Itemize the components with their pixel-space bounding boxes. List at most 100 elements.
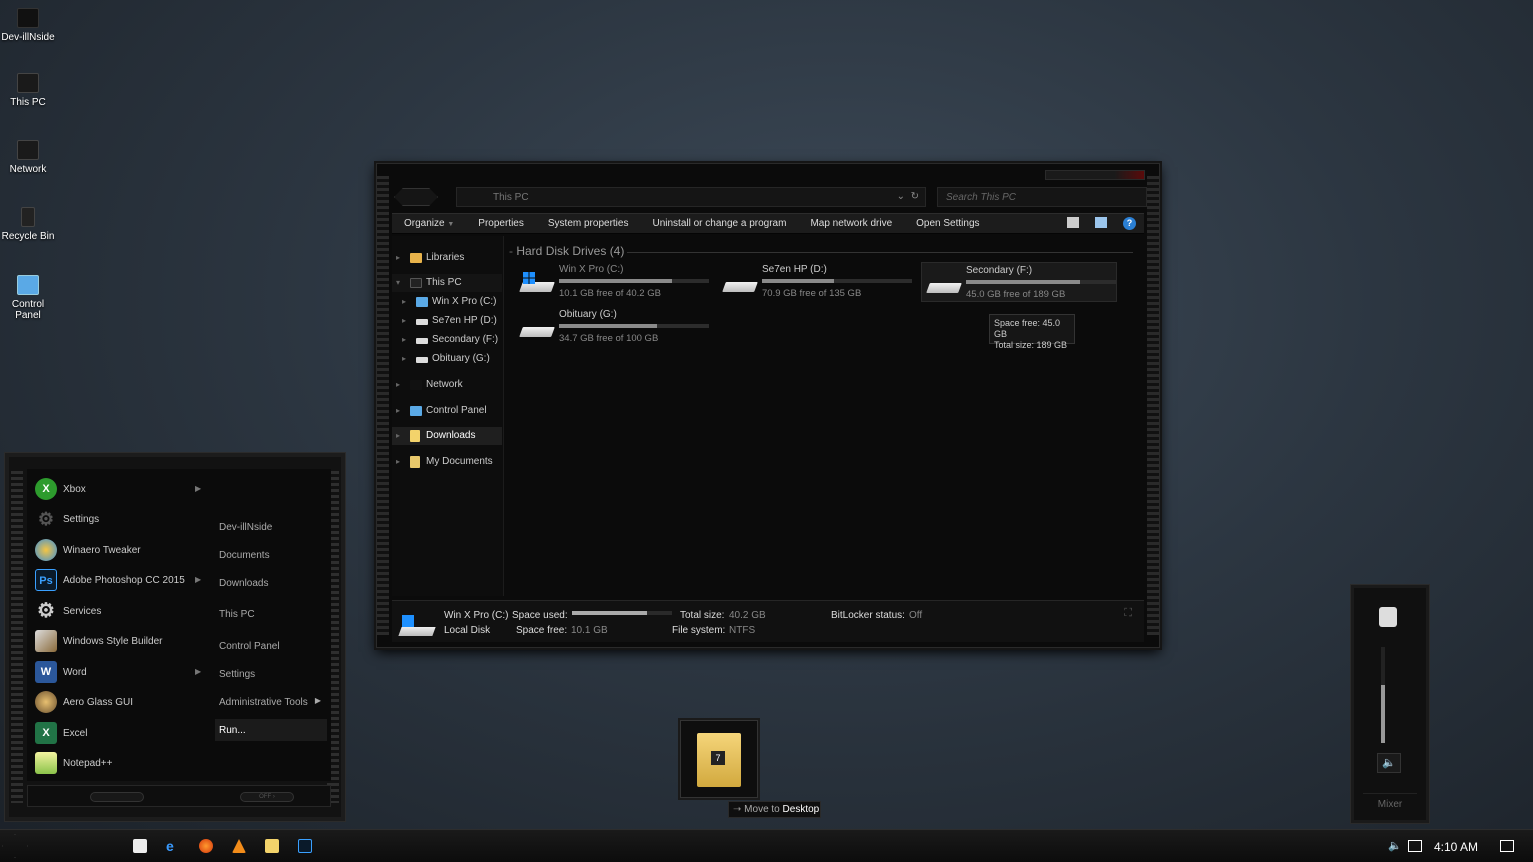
nav-item-control-panel[interactable]: ▸ Control Panel bbox=[392, 402, 502, 420]
app-aero-glass-gui[interactable]: Aero Glass GUI bbox=[31, 688, 201, 716]
nav-item-libraries[interactable]: ▸ Libraries bbox=[392, 249, 502, 267]
expand-icon[interactable]: ⛶ bbox=[1124, 607, 1132, 620]
photoshop-icon[interactable] bbox=[298, 839, 312, 853]
preview-pane-icon[interactable] bbox=[1095, 217, 1107, 228]
place-dev-illnside[interactable]: Dev-illNside bbox=[215, 516, 327, 538]
expand-icon[interactable]: ▸ bbox=[396, 376, 400, 394]
desktop-icon-dev-illnside[interactable]: Dev-illNside bbox=[0, 8, 56, 43]
mute-button[interactable]: 🔈 bbox=[1377, 753, 1401, 773]
properties-button[interactable]: Properties bbox=[478, 218, 524, 229]
edge-icon[interactable]: e bbox=[166, 839, 180, 853]
system-properties-button[interactable]: System properties bbox=[548, 218, 629, 229]
power-button[interactable]: OFF › bbox=[240, 792, 294, 802]
group-divider bbox=[627, 252, 1133, 253]
map-network-drive-button[interactable]: Map network drive bbox=[810, 218, 892, 229]
start-button[interactable] bbox=[2, 834, 28, 858]
nav-item-my-documents[interactable]: ▸ My Documents bbox=[392, 453, 502, 471]
explorer-window[interactable]: This PC ↻ ⌄ Search This PC Organize ▼ Pr… bbox=[376, 163, 1160, 648]
nav-item-drive-g[interactable]: ▸ Obituary (G:) bbox=[392, 350, 502, 368]
speaker-icon[interactable]: 🔈 bbox=[1388, 839, 1402, 852]
place-documents[interactable]: Documents bbox=[215, 544, 327, 566]
nav-item-this-pc[interactable]: ▾ This PC bbox=[392, 274, 502, 292]
uninstall-button[interactable]: Uninstall or change a program bbox=[652, 218, 786, 229]
all-programs-button[interactable] bbox=[90, 792, 144, 802]
place-run[interactable]: Run... bbox=[215, 719, 327, 741]
group-header[interactable]: - Hard Disk Drives (4) bbox=[509, 244, 624, 258]
app-xbox[interactable]: X Xbox ▶ bbox=[31, 475, 201, 503]
search-input[interactable]: Search This PC bbox=[937, 187, 1147, 207]
desktop-icon-recycle-bin[interactable]: Recycle Bin bbox=[0, 207, 56, 242]
drive-tile-d[interactable]: Se7en HP (D:) 70.9 GB free of 135 GB bbox=[718, 262, 914, 302]
nav-item-drive-c[interactable]: ▸ Win X Pro (C:) bbox=[392, 293, 502, 311]
desktop-icon-network[interactable]: Network bbox=[0, 140, 56, 175]
chevron-down-icon[interactable]: ⌄ bbox=[897, 191, 905, 202]
windows-drive-icon bbox=[416, 297, 428, 307]
space-used-label: Space used: bbox=[512, 610, 568, 621]
desktop-icon-control-panel[interactable]: Control Panel bbox=[0, 275, 56, 321]
nav-item-network[interactable]: ▸ Network bbox=[392, 376, 502, 394]
expand-icon[interactable]: ▸ bbox=[396, 402, 400, 420]
open-settings-button[interactable]: Open Settings bbox=[916, 218, 979, 229]
move-arrow-icon: ➝ bbox=[733, 804, 742, 815]
expand-icon[interactable]: ▸ bbox=[402, 293, 406, 311]
speaker-device-icon[interactable] bbox=[1379, 607, 1397, 627]
app-photoshop[interactable]: Ps Adobe Photoshop CC 2015 ▶ bbox=[31, 566, 201, 594]
drive-icon bbox=[416, 357, 428, 363]
drive-usage-bar bbox=[966, 280, 1116, 284]
app-word[interactable]: W Word ▶ bbox=[31, 658, 201, 686]
expand-icon[interactable]: ▸ bbox=[402, 312, 406, 330]
view-options-icon[interactable] bbox=[1067, 217, 1079, 228]
firefox-icon[interactable] bbox=[199, 839, 213, 853]
nav-item-drive-f[interactable]: ▸ Secondary (F:) bbox=[392, 331, 502, 349]
app-services[interactable]: ⚙ Services bbox=[31, 597, 201, 625]
app-settings[interactable]: ⚙ Settings bbox=[31, 505, 201, 533]
expand-icon[interactable]: ▸ bbox=[396, 249, 400, 267]
volume-slider[interactable] bbox=[1381, 647, 1385, 743]
nav-item-drive-d[interactable]: ▸ Se7en HP (D:) bbox=[392, 312, 502, 330]
drive-tile-g[interactable]: Obituary (G:) 34.7 GB free of 100 GB bbox=[515, 307, 711, 347]
place-administrative-tools[interactable]: Administrative Tools ▶ bbox=[215, 691, 327, 713]
help-icon[interactable]: ? bbox=[1123, 217, 1136, 230]
drive-tile-f[interactable]: Secondary (F:) 45.0 GB free of 189 GB bbox=[921, 262, 1117, 302]
address-bar[interactable]: This PC ↻ ⌄ bbox=[456, 187, 926, 207]
app-excel[interactable]: X Excel bbox=[31, 719, 201, 747]
network-icon[interactable] bbox=[1408, 840, 1422, 852]
drive-free-text: 34.7 GB free of 100 GB bbox=[559, 333, 659, 344]
back-forward-button[interactable] bbox=[394, 188, 438, 206]
place-settings[interactable]: Settings bbox=[215, 663, 327, 685]
taskbar-clock[interactable]: 4:10 AM bbox=[1434, 840, 1478, 854]
expand-icon[interactable]: ▸ bbox=[396, 453, 400, 471]
desktop-icon-label: This PC bbox=[10, 97, 46, 108]
store-icon[interactable] bbox=[133, 839, 147, 853]
nav-item-downloads[interactable]: ▸ Downloads bbox=[392, 427, 502, 445]
file-explorer-icon[interactable] bbox=[265, 839, 279, 853]
file-system-value: NTFS bbox=[729, 625, 756, 636]
action-center-icon[interactable] bbox=[1500, 840, 1514, 852]
desktop-icon-this-pc[interactable]: This PC bbox=[0, 73, 56, 108]
space-used-bar bbox=[572, 611, 672, 615]
app-winaero-tweaker[interactable]: Winaero Tweaker bbox=[31, 536, 201, 564]
control-panel-icon bbox=[410, 406, 422, 416]
drive-usage-bar bbox=[559, 324, 709, 328]
drive-name: Se7en HP (D:) bbox=[762, 264, 827, 275]
address-text: This PC bbox=[493, 192, 529, 203]
expand-icon[interactable]: ▸ bbox=[402, 350, 406, 368]
drive-free-text: 70.9 GB free of 135 GB bbox=[762, 288, 862, 299]
caption-buttons[interactable] bbox=[1045, 170, 1145, 180]
organize-button[interactable]: Organize ▼ bbox=[404, 218, 454, 229]
app-windows-style-builder[interactable]: Windows Style Builder bbox=[31, 627, 201, 655]
details-drive-type: Local Disk bbox=[444, 625, 491, 636]
expand-icon[interactable]: ▸ bbox=[402, 331, 406, 349]
place-this-pc[interactable]: This PC bbox=[215, 603, 327, 625]
place-downloads[interactable]: Downloads bbox=[215, 572, 327, 594]
refresh-icon[interactable]: ↻ bbox=[911, 191, 919, 202]
app-notepad-plus-plus[interactable]: Notepad++ bbox=[31, 749, 201, 777]
vlc-icon[interactable] bbox=[232, 839, 246, 853]
mixer-button[interactable]: Mixer bbox=[1363, 793, 1417, 815]
expand-icon[interactable]: ▸ bbox=[396, 427, 400, 445]
place-control-panel[interactable]: Control Panel bbox=[215, 635, 327, 657]
total-size-value: 40.2 GB bbox=[729, 610, 766, 621]
content-pane: - Hard Disk Drives (4) Win X Pro (C:) 10… bbox=[505, 236, 1143, 596]
collapse-icon[interactable]: ▾ bbox=[396, 274, 400, 292]
drive-tile-c[interactable]: Win X Pro (C:) 10.1 GB free of 40.2 GB bbox=[515, 262, 711, 302]
